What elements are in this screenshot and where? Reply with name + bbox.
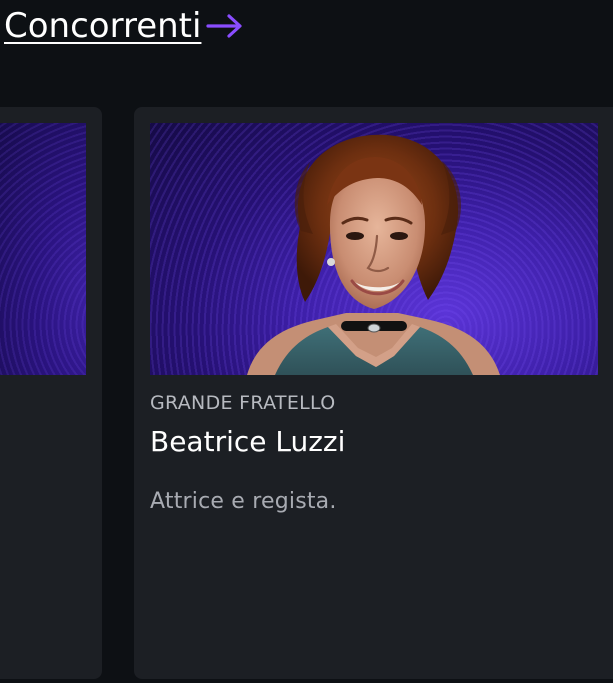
arrow-right-icon[interactable] [205, 11, 245, 41]
section-title[interactable]: Concorrenti [0, 6, 201, 46]
show-label: GRANDE FRATELLO [150, 392, 336, 414]
section-header-link[interactable]: Concorrenti [0, 4, 245, 48]
portrait-illustration [247, 134, 500, 375]
contestant-card[interactable]: GRANDE FRATELLO Beatrice Luzzi Attrice e… [134, 107, 613, 679]
contestant-name[interactable]: Beatrice Luzzi [150, 425, 590, 459]
contestant-card-previous[interactable] [0, 107, 102, 679]
contestant-portrait-image[interactable] [150, 123, 598, 375]
contestant-description: Attrice e regista. [150, 489, 337, 514]
contestant-portrait-image[interactable] [0, 123, 86, 375]
page: Concorrenti GRANDE FRATELLO Beatrice Luz… [0, 0, 613, 683]
card-body: GRANDE FRATELLO Beatrice Luzzi Attrice e… [150, 391, 590, 516]
